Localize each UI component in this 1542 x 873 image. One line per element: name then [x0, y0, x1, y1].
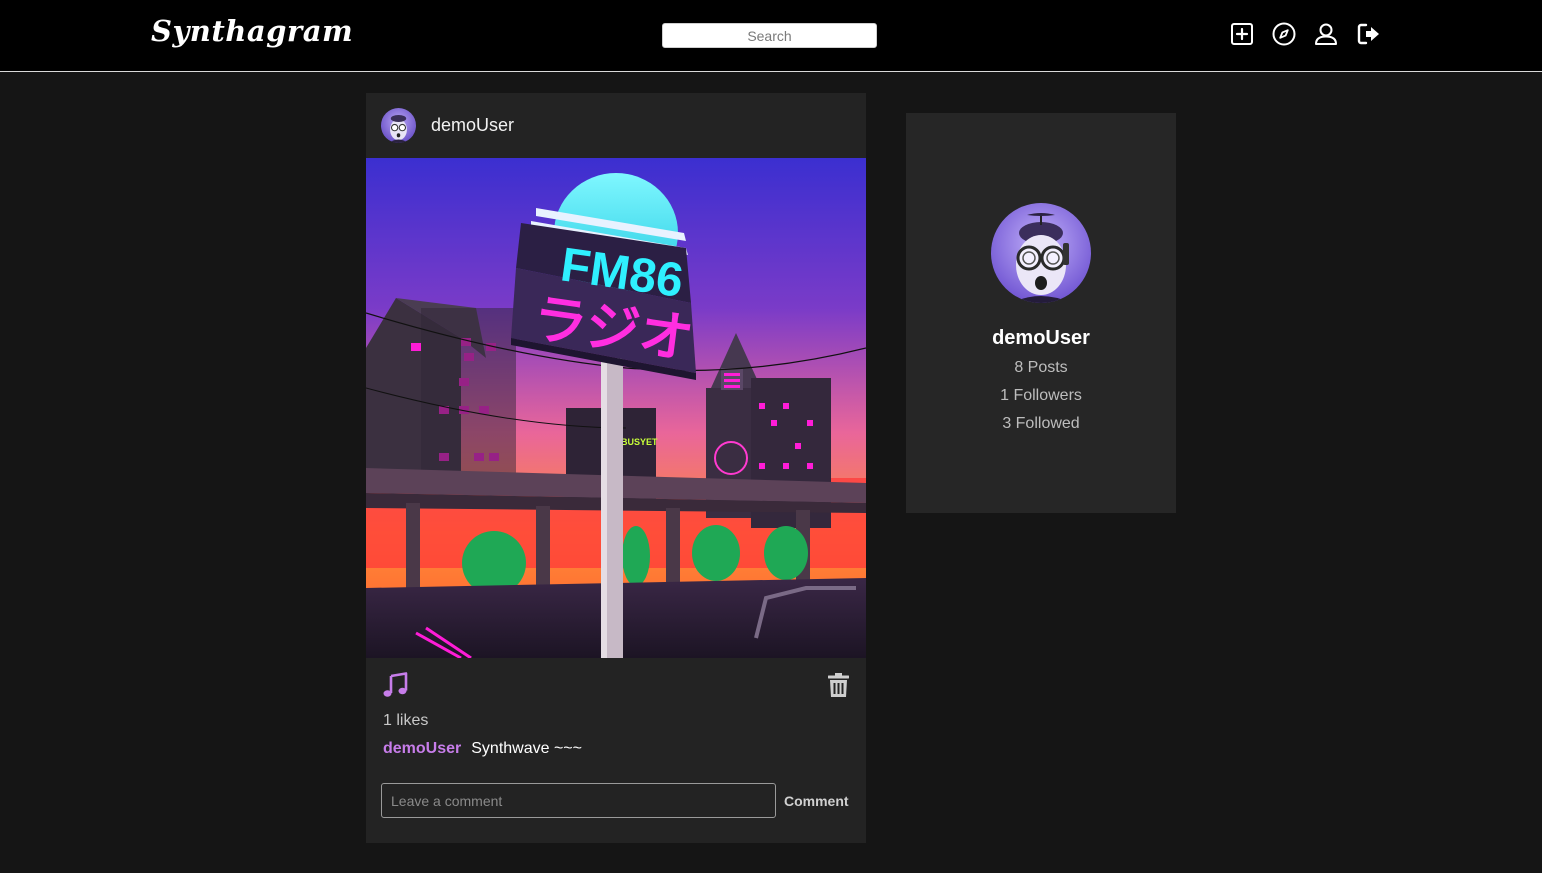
- profile-posts-count: 8 Posts: [1014, 359, 1068, 376]
- likes-count: 1 likes: [383, 712, 429, 729]
- synthwave-city-artwork: BUSYET FM86 ラジオ: [366, 158, 866, 658]
- post-author-avatar[interactable]: [381, 108, 416, 143]
- trash-icon[interactable]: [827, 672, 850, 698]
- profile-username: demoUser: [992, 327, 1090, 349]
- explore-compass-icon[interactable]: [1271, 21, 1297, 47]
- search-input[interactable]: [662, 23, 877, 48]
- comment-input[interactable]: [381, 783, 776, 818]
- profile-avatar[interactable]: [991, 203, 1091, 303]
- post-caption: demoUser Synthwave ~~~: [383, 740, 582, 758]
- busyet-shop-sign: BUSYET: [621, 437, 658, 447]
- profile-followed-count[interactable]: 3 Followed: [906, 415, 1176, 433]
- profile-followers-count[interactable]: 1 Followers: [906, 387, 1176, 405]
- top-navbar: Synthagram: [0, 0, 1542, 72]
- add-post-icon[interactable]: [1229, 21, 1255, 47]
- profile-user-icon[interactable]: [1313, 21, 1339, 47]
- logout-icon[interactable]: [1356, 21, 1382, 47]
- post-actions: [366, 658, 866, 713]
- post-author-username[interactable]: demoUser: [431, 115, 514, 136]
- comment-submit-button[interactable]: Comment: [784, 793, 849, 809]
- caption-text: Synthwave ~~~: [471, 740, 582, 757]
- music-note-icon[interactable]: [382, 672, 409, 699]
- post-image: BUSYET FM86 ラジオ: [366, 158, 866, 658]
- app-logo[interactable]: Synthagram: [151, 14, 353, 48]
- post-header: demoUser: [366, 93, 866, 158]
- post-card: demoUser BUSYET FM86 ラジオ 1 likes demoUse…: [366, 93, 866, 843]
- profile-card: demoUser 8 Posts 1 Followers 3 Followed: [906, 113, 1176, 513]
- caption-username[interactable]: demoUser: [383, 740, 461, 757]
